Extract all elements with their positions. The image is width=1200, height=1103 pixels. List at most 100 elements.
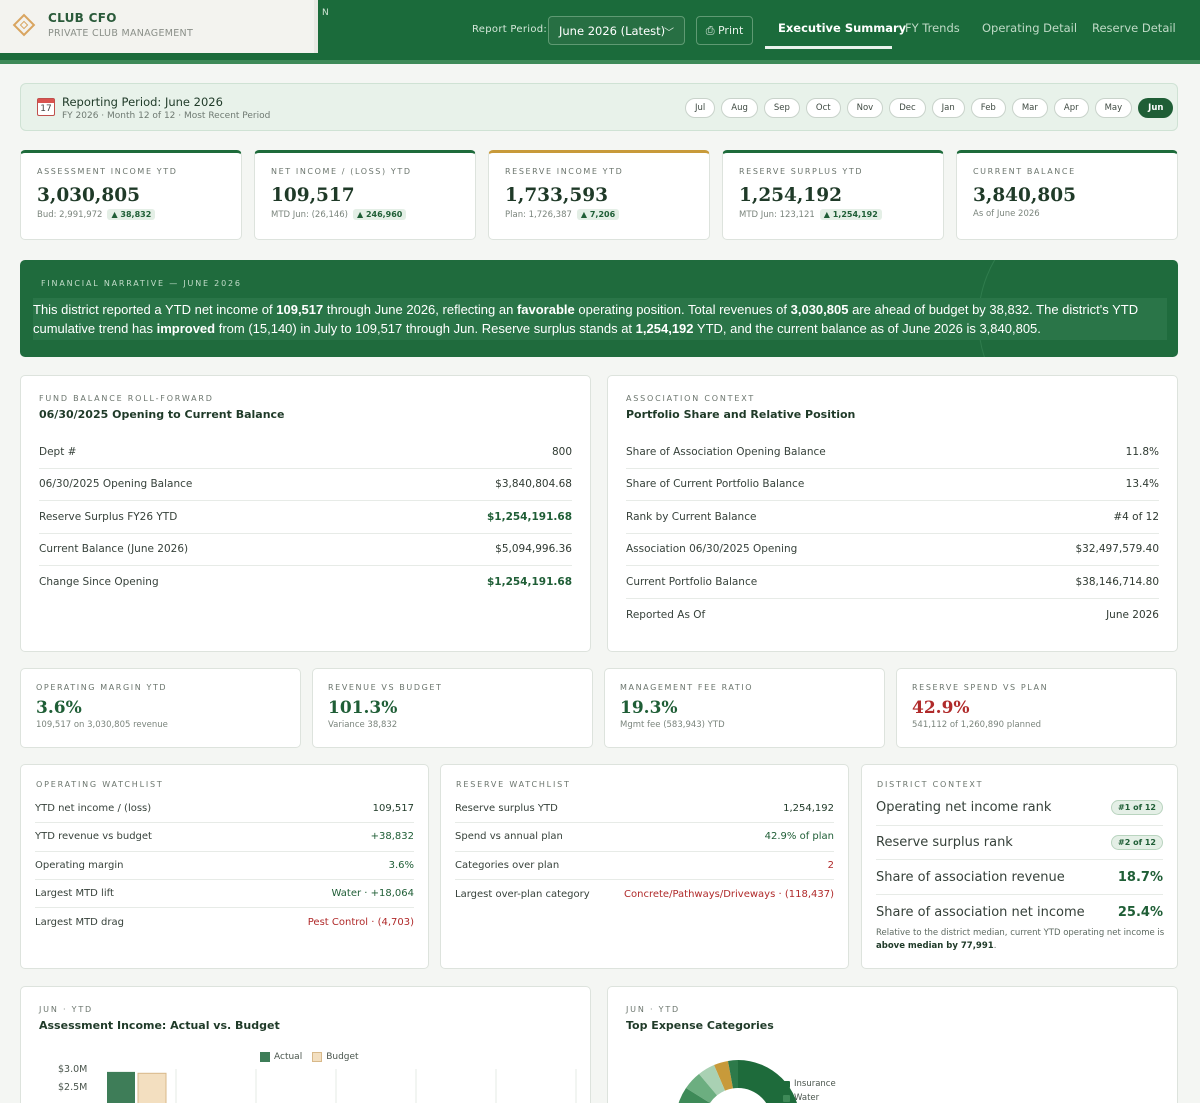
fund-row-change-since-opening: Change Since Opening $1,254,191.68 [39,576,572,589]
kpi-variance-badge: ▲ 38,832 [107,209,156,220]
kpi-value: 1,733,593 [505,185,608,206]
kpi-label: NET INCOME / (LOSS) YTD [271,167,412,176]
ratio-value: 42.9% [912,698,970,718]
financial-narrative-banner: FINANCIAL NARRATIVE — JUNE 2026 This dis… [20,260,1178,357]
kpi-card-net-income: NET INCOME / (LOSS) YTD 109,517 MTD Jun:… [254,150,476,240]
tab-reserve-detail[interactable]: Reserve Detail [1092,21,1176,35]
kpi-value: 3,840,805 [973,185,1076,206]
ratio-card-operating-margin: OPERATING MARGIN YTD 3.6% 109,517 on 3,0… [20,668,301,748]
tab-executive-summary[interactable]: Executive Summary [778,21,906,35]
month-pill-mar[interactable]: Mar [1011,98,1048,118]
assessment-chart-panel: JUN · YTD Assessment Income: Actual vs. … [20,986,591,1103]
legend-item-water: Water [783,1093,819,1103]
clipped-header-text: N [322,8,329,18]
kpi-card-reserve-income: RESERVE INCOME YTD 1,733,593 Plan: 1,726… [488,150,710,240]
month-pill-apr[interactable]: Apr [1053,98,1089,118]
kpi-value: 109,517 [271,185,355,206]
ratio-label: OPERATING MARGIN YTD [36,683,168,692]
reporting-period-card: 17 Reporting Period: June 2026 FY 2026 ·… [20,83,1178,131]
fund-balance-panel: FUND BALANCE ROLL-FORWARD 06/30/2025 Ope… [20,375,591,652]
assessment-bar-chart [107,1069,577,1103]
kpi-subtext: Plan: 1,726,387 ▲ 7,206 [505,209,693,220]
brand-subtitle: PRIVATE CLUB MANAGEMENT [48,28,194,39]
watch-row-largest-drag: Largest MTD drag Pest Control · (4,703) [35,916,414,928]
narrative-label: FINANCIAL NARRATIVE — JUNE 2026 [41,279,242,288]
calendar-icon: 17 [37,98,55,116]
district-row-net-income-share: Share of association net income 25.4% [876,904,1163,920]
assoc-row-portfolio-share: Share of Current Portfolio Balance 13.4% [626,469,1159,501]
kpi-variance-badge: ▲ 1,254,192 [819,209,882,220]
brand-name: CLUB CFO [48,11,117,25]
month-pill-jun[interactable]: Jun [1138,98,1174,118]
rank-pill: #2 of 12 [1111,835,1163,851]
ratio-card-reserve-spend: RESERVE SPEND VS PLAN 42.9% 541,112 of 1… [896,668,1177,748]
district-median-note: Relative to the district median, current… [876,928,1165,951]
bar-actual [107,1071,135,1103]
panel-title: 06/30/2025 Opening to Current Balance [39,408,285,421]
watch-row-largest-lift: Largest MTD lift Water · +18,064 [35,880,414,909]
assoc-row-opening-share: Share of Association Opening Balance 11.8… [626,436,1159,469]
month-pill-may[interactable]: May [1094,98,1133,118]
ratio-label: RESERVE SPEND VS PLAN [912,683,1049,692]
ratio-subtext: Mgmt fee (583,943) YTD [620,720,725,730]
kpi-card-reserve-surplus: RESERVE SURPLUS YTD 1,254,192 MTD Jun: 1… [722,150,944,240]
kpi-label: RESERVE SURPLUS YTD [739,167,864,176]
watch-row-spend-vs-plan: Spend vs annual plan 42.9% of plan [455,823,834,852]
fund-row-current-balance: Current Balance (June 2026) $5,094,996.36 [39,534,572,566]
month-pill-aug[interactable]: Aug [721,98,758,118]
assoc-row-rank: Rank by Current Balance #4 of 12 [626,501,1159,534]
assoc-row-association-opening: Association 06/30/2025 Opening $32,497,57… [626,534,1159,566]
month-pill-dec[interactable]: Dec [889,98,926,118]
brand-block[interactable]: CLUB CFO PRIVATE CLUB MANAGEMENT [0,0,318,53]
panel-title: Portfolio Share and Relative Position [626,408,856,421]
operating-watchlist-panel: OPERATING WATCHLIST YTD net income / (lo… [20,764,429,969]
month-pill-nov[interactable]: Nov [846,98,884,118]
tab-fy-trends[interactable]: FY Trends [905,21,960,35]
chevron-down-icon: ﹀ [664,28,674,39]
expense-donut-chart [678,1060,798,1103]
district-row-revenue-share: Share of association revenue 18.7% [876,860,1163,896]
district-context-panel: DISTRICT CONTEXT Operating net income ra… [861,764,1178,969]
association-context-panel: ASSOCIATION CONTEXT Portfolio Share and … [607,375,1178,652]
expense-chart-panel: JUN · YTD Top Expense Categories Insuran… [607,986,1178,1103]
assoc-row-reported-as-of: Reported As Of June 2026 [626,608,1159,621]
report-period-value: June 2026 (Latest) [559,24,666,38]
ratio-card-management-fee: MANAGEMENT FEE RATIO 19.3% Mgmt fee (583… [604,668,885,748]
assoc-row-portfolio-balance: Current Portfolio Balance $38,146,714.80 [626,566,1159,599]
ratio-subtext: 109,517 on 3,030,805 revenue [36,720,168,730]
ratio-subtext: Variance 38,832 [328,720,398,730]
kpi-variance-badge: ▲ 7,206 [576,209,620,220]
panel-label: RESERVE WATCHLIST [456,780,571,789]
diamond-logo-icon [12,13,36,37]
fund-row-dept: Dept #800 [39,436,572,469]
rank-pill: #1 of 12 [1111,800,1163,816]
kpi-label: ASSESSMENT INCOME YTD [37,167,178,176]
month-pill-jan[interactable]: Jan [931,98,965,118]
kpi-card-assessment-income: ASSESSMENT INCOME YTD 3,030,805 Bud: 2,9… [20,150,242,240]
watch-row-operating-margin: Operating margin 3.6% [35,852,414,880]
watch-row-reserve-surplus: Reserve surplus YTD 1,254,192 [455,795,834,824]
kpi-subtext: Bud: 2,991,972 ▲ 38,832 [37,209,225,220]
district-row-reserve-rank: Reserve surplus rank #2 of 12 [876,826,1163,861]
print-button[interactable]: ⎙ Print [696,16,753,45]
report-period-select[interactable]: June 2026 (Latest) ﹀ [548,16,685,45]
month-pill-feb[interactable]: Feb [970,98,1006,118]
kpi-subtext: As of June 2026 [973,209,1161,219]
panel-label: FUND BALANCE ROLL-FORWARD [39,394,214,403]
month-pill-jul[interactable]: Jul [685,98,716,118]
watch-row-largest-over-plan: Largest over-plan category Concrete/Pathw… [455,888,834,900]
month-pill-sep[interactable]: Sep [763,98,800,118]
tab-operating-detail[interactable]: Operating Detail [982,21,1077,35]
watch-row-categories-over-plan: Categories over plan 2 [455,852,834,880]
month-pill-oct[interactable]: Oct [805,98,841,118]
ratio-label: MANAGEMENT FEE RATIO [620,683,754,692]
month-selector: Jul Aug Sep Oct Nov Dec Jan Feb Mar Apr … [685,98,1174,118]
ratio-value: 101.3% [328,698,398,718]
report-period-label: Report Period: [472,24,548,35]
panel-label: DISTRICT CONTEXT [877,780,984,789]
kpi-sub-label: Plan: 1,726,387 [505,210,572,220]
kpi-variance-badge: ▲ 246,960 [353,209,407,220]
kpi-sub-label: As of June 2026 [973,209,1040,219]
reporting-period-subtitle: FY 2026 · Month 12 of 12 · Most Recent P… [62,111,271,121]
active-tab-indicator [765,46,892,49]
